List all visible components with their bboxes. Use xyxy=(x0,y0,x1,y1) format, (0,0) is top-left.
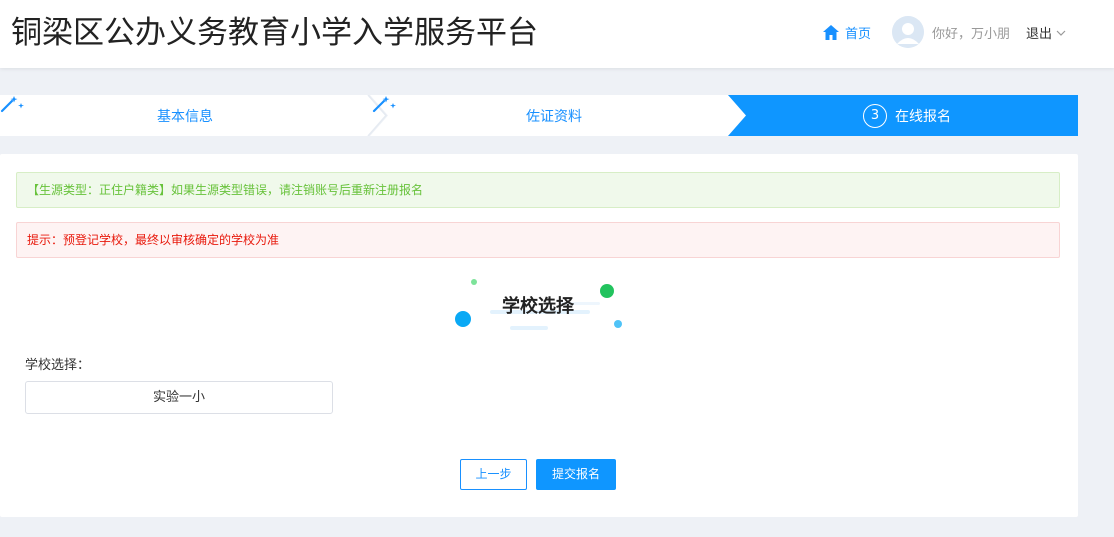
step-basic-info[interactable]: 基本信息 xyxy=(0,95,370,136)
main-card: 【生源类型：正住户籍类】如果生源类型错误，请注销账号后重新注册报名 提示：预登记… xyxy=(0,154,1078,517)
user-avatar-icon xyxy=(892,16,924,48)
section-title: 学校选择 xyxy=(502,296,574,317)
step-online-register[interactable]: 3 在线报名 xyxy=(736,95,1078,136)
step-online-register-label: 在线报名 xyxy=(895,108,951,125)
magic-wand-icon xyxy=(372,96,396,113)
chevron-down-icon xyxy=(1056,30,1066,36)
student-type-alert: 【生源类型：正住户籍类】如果生源类型错误，请注销账号后重新注册报名 xyxy=(16,172,1060,208)
magic-wand-icon xyxy=(0,96,24,113)
logout-label: 退出 xyxy=(1026,27,1053,42)
home-label: 首页 xyxy=(845,26,872,42)
step-progress-bar: 基本信息 佐证资料 3 在线报名 xyxy=(0,95,1078,136)
app-header: 铜梁区公办义务教育小学入学服务平台 首页 你好，万小朋 退出 xyxy=(0,0,1114,68)
site-title: 铜梁区公办义务教育小学入学服务平台 xyxy=(11,15,538,51)
home-link[interactable]: 首页 xyxy=(823,22,871,42)
submit-registration-button[interactable]: 提交报名 xyxy=(536,459,616,490)
step-number: 3 xyxy=(863,103,887,128)
user-avatar[interactable] xyxy=(892,16,924,48)
school-select-field[interactable]: 实验一小 xyxy=(25,381,333,414)
school-select-label: 学校选择： xyxy=(25,358,91,373)
step-supporting-docs[interactable]: 佐证资料 xyxy=(372,95,736,136)
prev-step-button[interactable]: 上一步 xyxy=(460,459,527,490)
step-supporting-docs-label: 佐证资料 xyxy=(526,108,582,125)
user-greeting: 你好，万小朋 xyxy=(932,27,1011,42)
logout-dropdown[interactable]: 退出 xyxy=(1026,23,1066,42)
home-icon xyxy=(823,24,839,40)
school-tip-alert: 提示：预登记学校，最终以审核确定的学校为准 xyxy=(16,222,1060,258)
step-basic-info-label: 基本信息 xyxy=(157,108,213,125)
